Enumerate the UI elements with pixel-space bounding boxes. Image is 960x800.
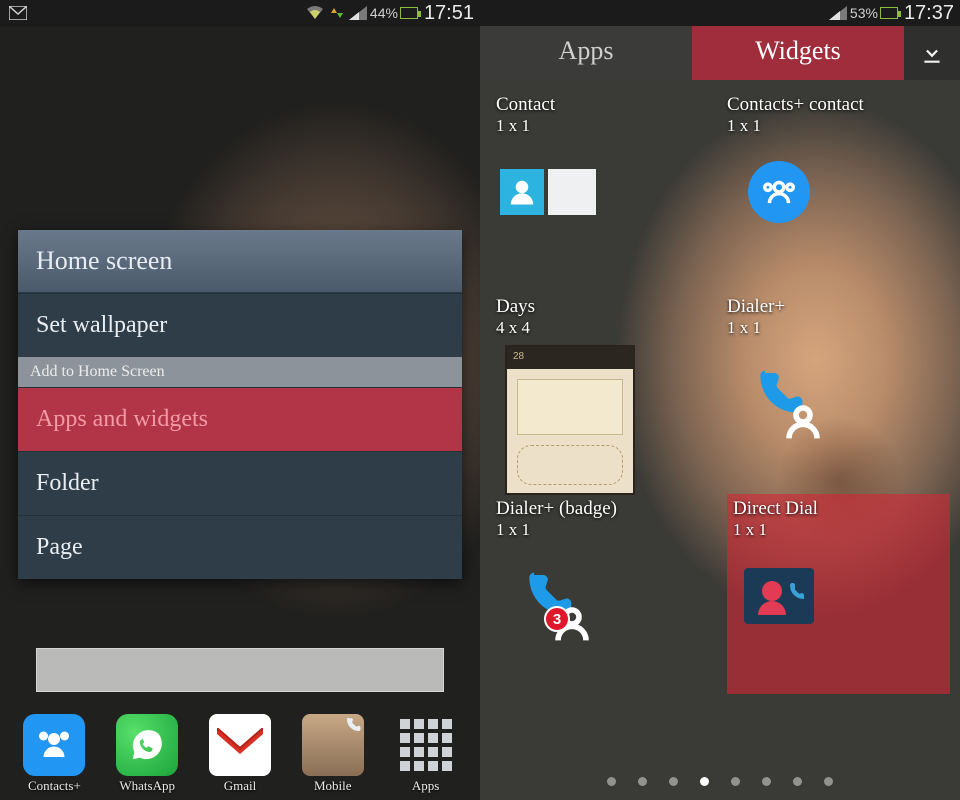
phone-right: 53% 17:37 Apps Widgets Contact 1 x 1 Con… [480,0,960,800]
dock-whatsapp[interactable]: WhatsApp [107,714,187,794]
wifi-icon [305,5,325,21]
page-indicator[interactable] [480,777,960,786]
dock-mobile[interactable]: Mobile [293,714,373,794]
clock: 17:37 [904,2,954,25]
widget-preview [500,548,596,644]
widget-preview [731,548,827,644]
battery-pct: 44% [370,5,398,21]
widget-days[interactable]: Days 4 x 4 28 [496,296,719,496]
message-icon [9,6,27,20]
widget-title: Dialer+ [727,296,950,318]
tab-apps[interactable]: Apps [480,26,692,80]
battery-icon [880,7,898,19]
widget-dialerplus-badge[interactable]: Dialer+ (badge) 1 x 1 3 [496,498,719,698]
widget-preview [731,346,827,442]
widget-size: 1 x 1 [727,116,950,136]
contacts-mini-icon [775,394,797,416]
widget-size: 1 x 1 [733,520,944,540]
widget-contact[interactable]: Contact 1 x 1 [496,94,719,294]
home-context-menu: Home screen Set wallpaper Add to Home Sc… [18,230,462,579]
whatsapp-icon [116,714,178,776]
widget-preview: 28 [500,342,640,498]
tab-widgets[interactable]: Widgets [692,26,904,80]
dock: Contacts+ WhatsApp Gmail Mobile Apps [0,704,480,800]
data-arrows-icon [331,6,343,20]
dock-contacts[interactable]: Contacts+ [14,714,94,794]
menu-page[interactable]: Page [18,515,462,579]
dock-label: Apps [386,778,466,794]
widget-size: 1 x 1 [727,318,950,338]
widget-title: Contacts+ contact [727,94,950,116]
contacts-icon [23,714,85,776]
days-bar: 28 [507,347,633,369]
contact-photo-icon [302,714,364,776]
menu-folder[interactable]: Folder [18,451,462,515]
widgets-grid: Contact 1 x 1 Contacts+ contact 1 x 1 Da… [480,88,960,760]
phone-left: 44% 17:51 Home screen Set wallpaper Add … [0,0,480,800]
drawer-tabs: Apps Widgets [480,26,960,80]
dock-label: WhatsApp [107,778,187,794]
widget-size: 4 x 4 [496,318,719,338]
widget-title: Contact [496,94,719,116]
menu-subheader: Add to Home Screen [18,357,462,387]
widget-direct-dial[interactable]: Direct Dial 1 x 1 [727,494,950,694]
widget-dialerplus[interactable]: Dialer+ 1 x 1 [727,296,950,496]
battery-pct: 53% [850,5,878,21]
widget-size: 1 x 1 [496,520,719,540]
widget-preview [500,144,596,240]
signal-icon [829,6,847,20]
badge-count: 3 [544,606,570,632]
widget-title: Direct Dial [733,498,944,520]
signal-icon [349,6,367,20]
status-bar: 44% 17:51 [0,0,480,26]
widget-title: Days [496,296,719,318]
apps-grid-icon [395,714,457,776]
dock-label: Gmail [200,778,280,794]
dock-apps[interactable]: Apps [386,714,466,794]
widget-contactsplus-contact[interactable]: Contacts+ contact 1 x 1 [727,94,950,294]
widget-size: 1 x 1 [496,116,719,136]
dock-gmail[interactable]: Gmail [200,714,280,794]
menu-set-wallpaper[interactable]: Set wallpaper [18,293,462,357]
dock-label: Contacts+ [14,778,94,794]
menu-apps-widgets[interactable]: Apps and widgets [18,387,462,451]
battery-icon [400,7,418,19]
widget-title: Dialer+ (badge) [496,498,719,520]
google-search-bar[interactable] [36,648,444,692]
dock-label: Mobile [293,778,373,794]
status-bar: 53% 17:37 [480,0,960,26]
menu-header: Home screen [18,230,462,293]
clock: 17:51 [424,2,474,25]
widget-preview [731,144,827,240]
gmail-icon [209,714,271,776]
download-button[interactable] [904,26,960,80]
